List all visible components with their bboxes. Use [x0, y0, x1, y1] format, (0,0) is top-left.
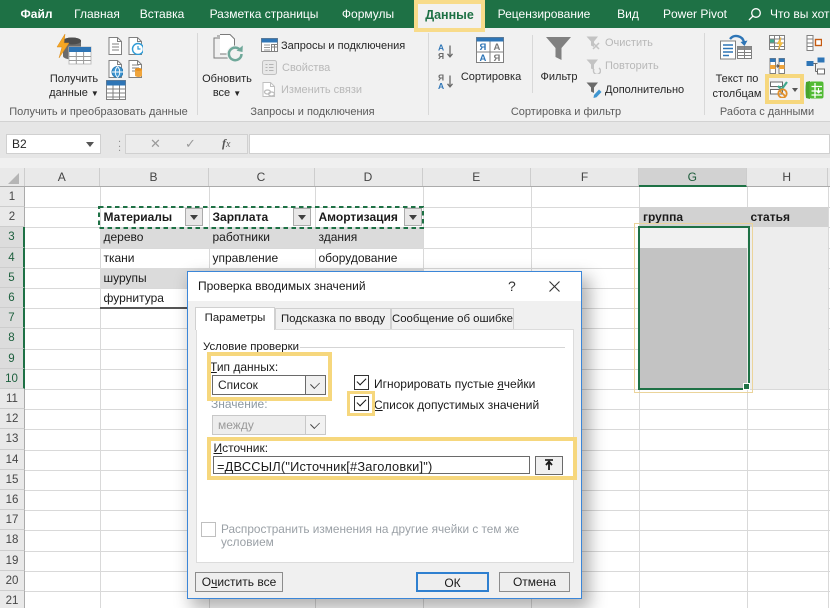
svg-text:А: А	[494, 42, 501, 53]
svg-text:А: А	[480, 53, 487, 63]
svg-text:Я: Я	[438, 51, 444, 60]
svg-text:Я: Я	[480, 42, 487, 53]
svg-text:Я: Я	[494, 53, 501, 63]
svg-text:А: А	[438, 81, 444, 90]
